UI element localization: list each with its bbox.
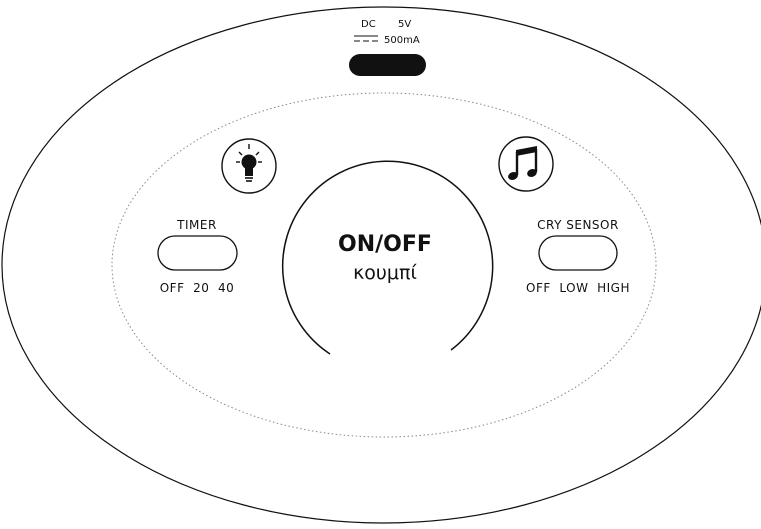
power-voltage-label: 5V	[398, 19, 411, 30]
on-off-title: ON/OFF	[338, 232, 432, 257]
music-note-icon	[498, 136, 554, 192]
timer-control: TIMER OFF 20 40	[157, 218, 238, 295]
dc-symbol	[354, 35, 378, 42]
device-diagram: DC 5V 500mA TIMER OFF 20 40 CRY SENSOR O…	[1, 6, 761, 524]
on-off-subtitle: κουμπί	[353, 262, 417, 284]
light-bulb-icon	[221, 138, 277, 194]
power-port-label: DC 5V 500mA	[354, 19, 420, 46]
dc-power-port[interactable]	[349, 54, 426, 76]
power-dc-label: DC	[361, 19, 376, 30]
timer-switch[interactable]	[157, 235, 238, 271]
on-off-button[interactable]: ON/OFF κουμπί	[281, 160, 494, 355]
device-top-panel: DC 5V 500mA TIMER OFF 20 40 CRY SENSOR O…	[0, 0, 761, 525]
on-off-button-outline	[281, 160, 494, 355]
power-current-label: 500mA	[384, 35, 420, 46]
timer-options-label: OFF 20 40	[160, 281, 235, 295]
cry-sensor-control: CRY SENSOR OFF LOW HIGH	[526, 218, 630, 295]
timer-label: TIMER	[176, 218, 217, 232]
cry-sensor-switch[interactable]	[538, 235, 618, 271]
cry-sensor-options-label: OFF LOW HIGH	[526, 281, 630, 295]
cry-sensor-label: CRY SENSOR	[537, 218, 619, 232]
